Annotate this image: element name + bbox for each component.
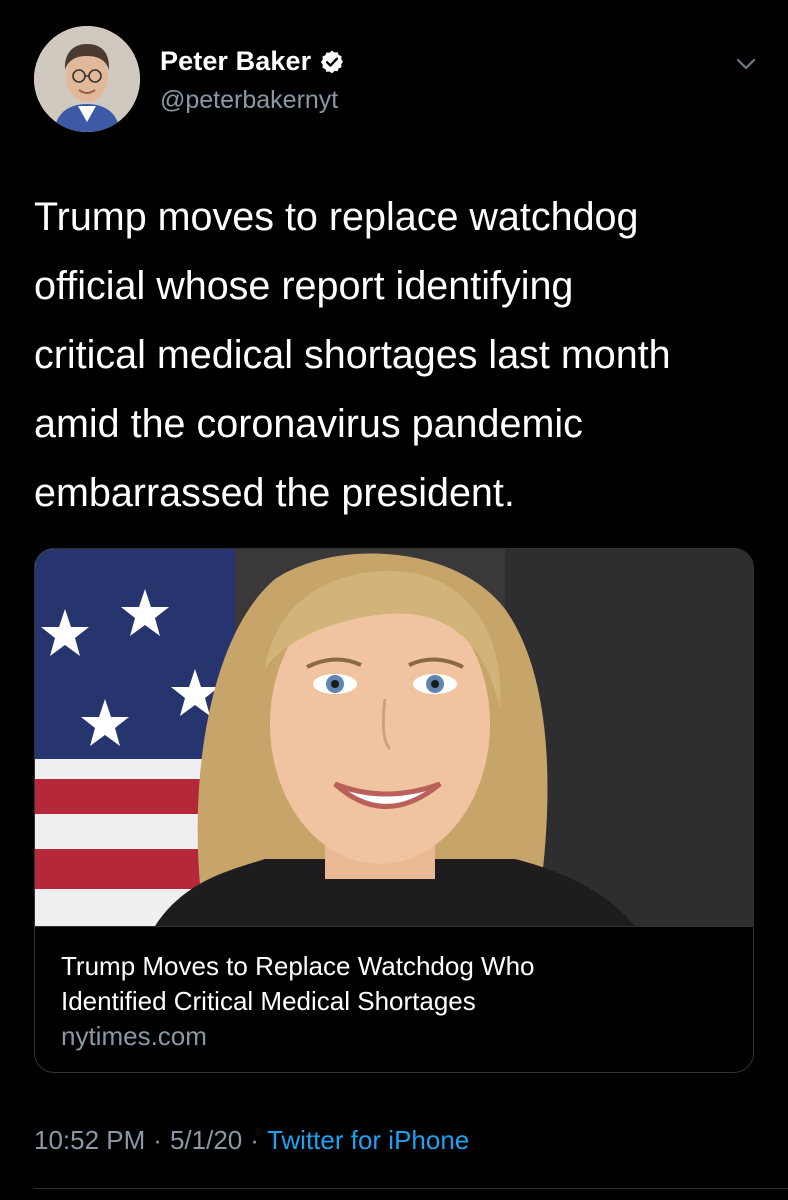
tweet-meta: 10:52 PM · 5/1/20 · Twitter for iPhone (34, 1125, 469, 1156)
meta-separator: · (250, 1125, 259, 1155)
link-preview-body: Trump Moves to Replace Watchdog Who Iden… (35, 926, 753, 1072)
tweet-text: Trump moves to replace watchdog official… (34, 183, 764, 528)
user-handle[interactable]: @peterbakernyt (160, 86, 338, 115)
avatar[interactable] (34, 26, 140, 132)
tweet-text-line: critical medical shortages last month (34, 333, 671, 377)
tweet-source-link[interactable]: Twitter for iPhone (267, 1125, 469, 1156)
meta-separator: · (153, 1125, 162, 1155)
name-row: Peter Baker (160, 46, 345, 77)
divider (34, 1188, 788, 1189)
verified-badge-icon (319, 49, 345, 75)
tweet-date[interactable]: 5/1/20 (170, 1125, 242, 1156)
tweet-time[interactable]: 10:52 PM (34, 1125, 145, 1156)
tweet-text-line: amid the coronavirus pandemic (34, 402, 583, 446)
link-preview-title-line: Identified Critical Medical Shortages (61, 986, 476, 1016)
link-preview-image (35, 549, 753, 926)
tweet-text-line: embarrassed the president. (34, 471, 515, 515)
link-preview-domain: nytimes.com (61, 1021, 207, 1051)
tweet-text-line: Trump moves to replace watchdog (34, 195, 639, 239)
portrait-photo (35, 549, 753, 926)
link-preview-title: Trump Moves to Replace Watchdog Who Iden… (61, 949, 721, 1019)
tweet-text-line: official whose report identifying (34, 264, 574, 308)
avatar-photo (34, 26, 140, 132)
tweet-header: Peter Baker @peterbakernyt (34, 24, 764, 134)
link-preview-title-line: Trump Moves to Replace Watchdog Who (61, 951, 535, 981)
link-preview-card[interactable]: Trump Moves to Replace Watchdog Who Iden… (34, 548, 754, 1073)
display-name[interactable]: Peter Baker (160, 46, 311, 77)
chevron-down-icon[interactable] (732, 50, 760, 78)
